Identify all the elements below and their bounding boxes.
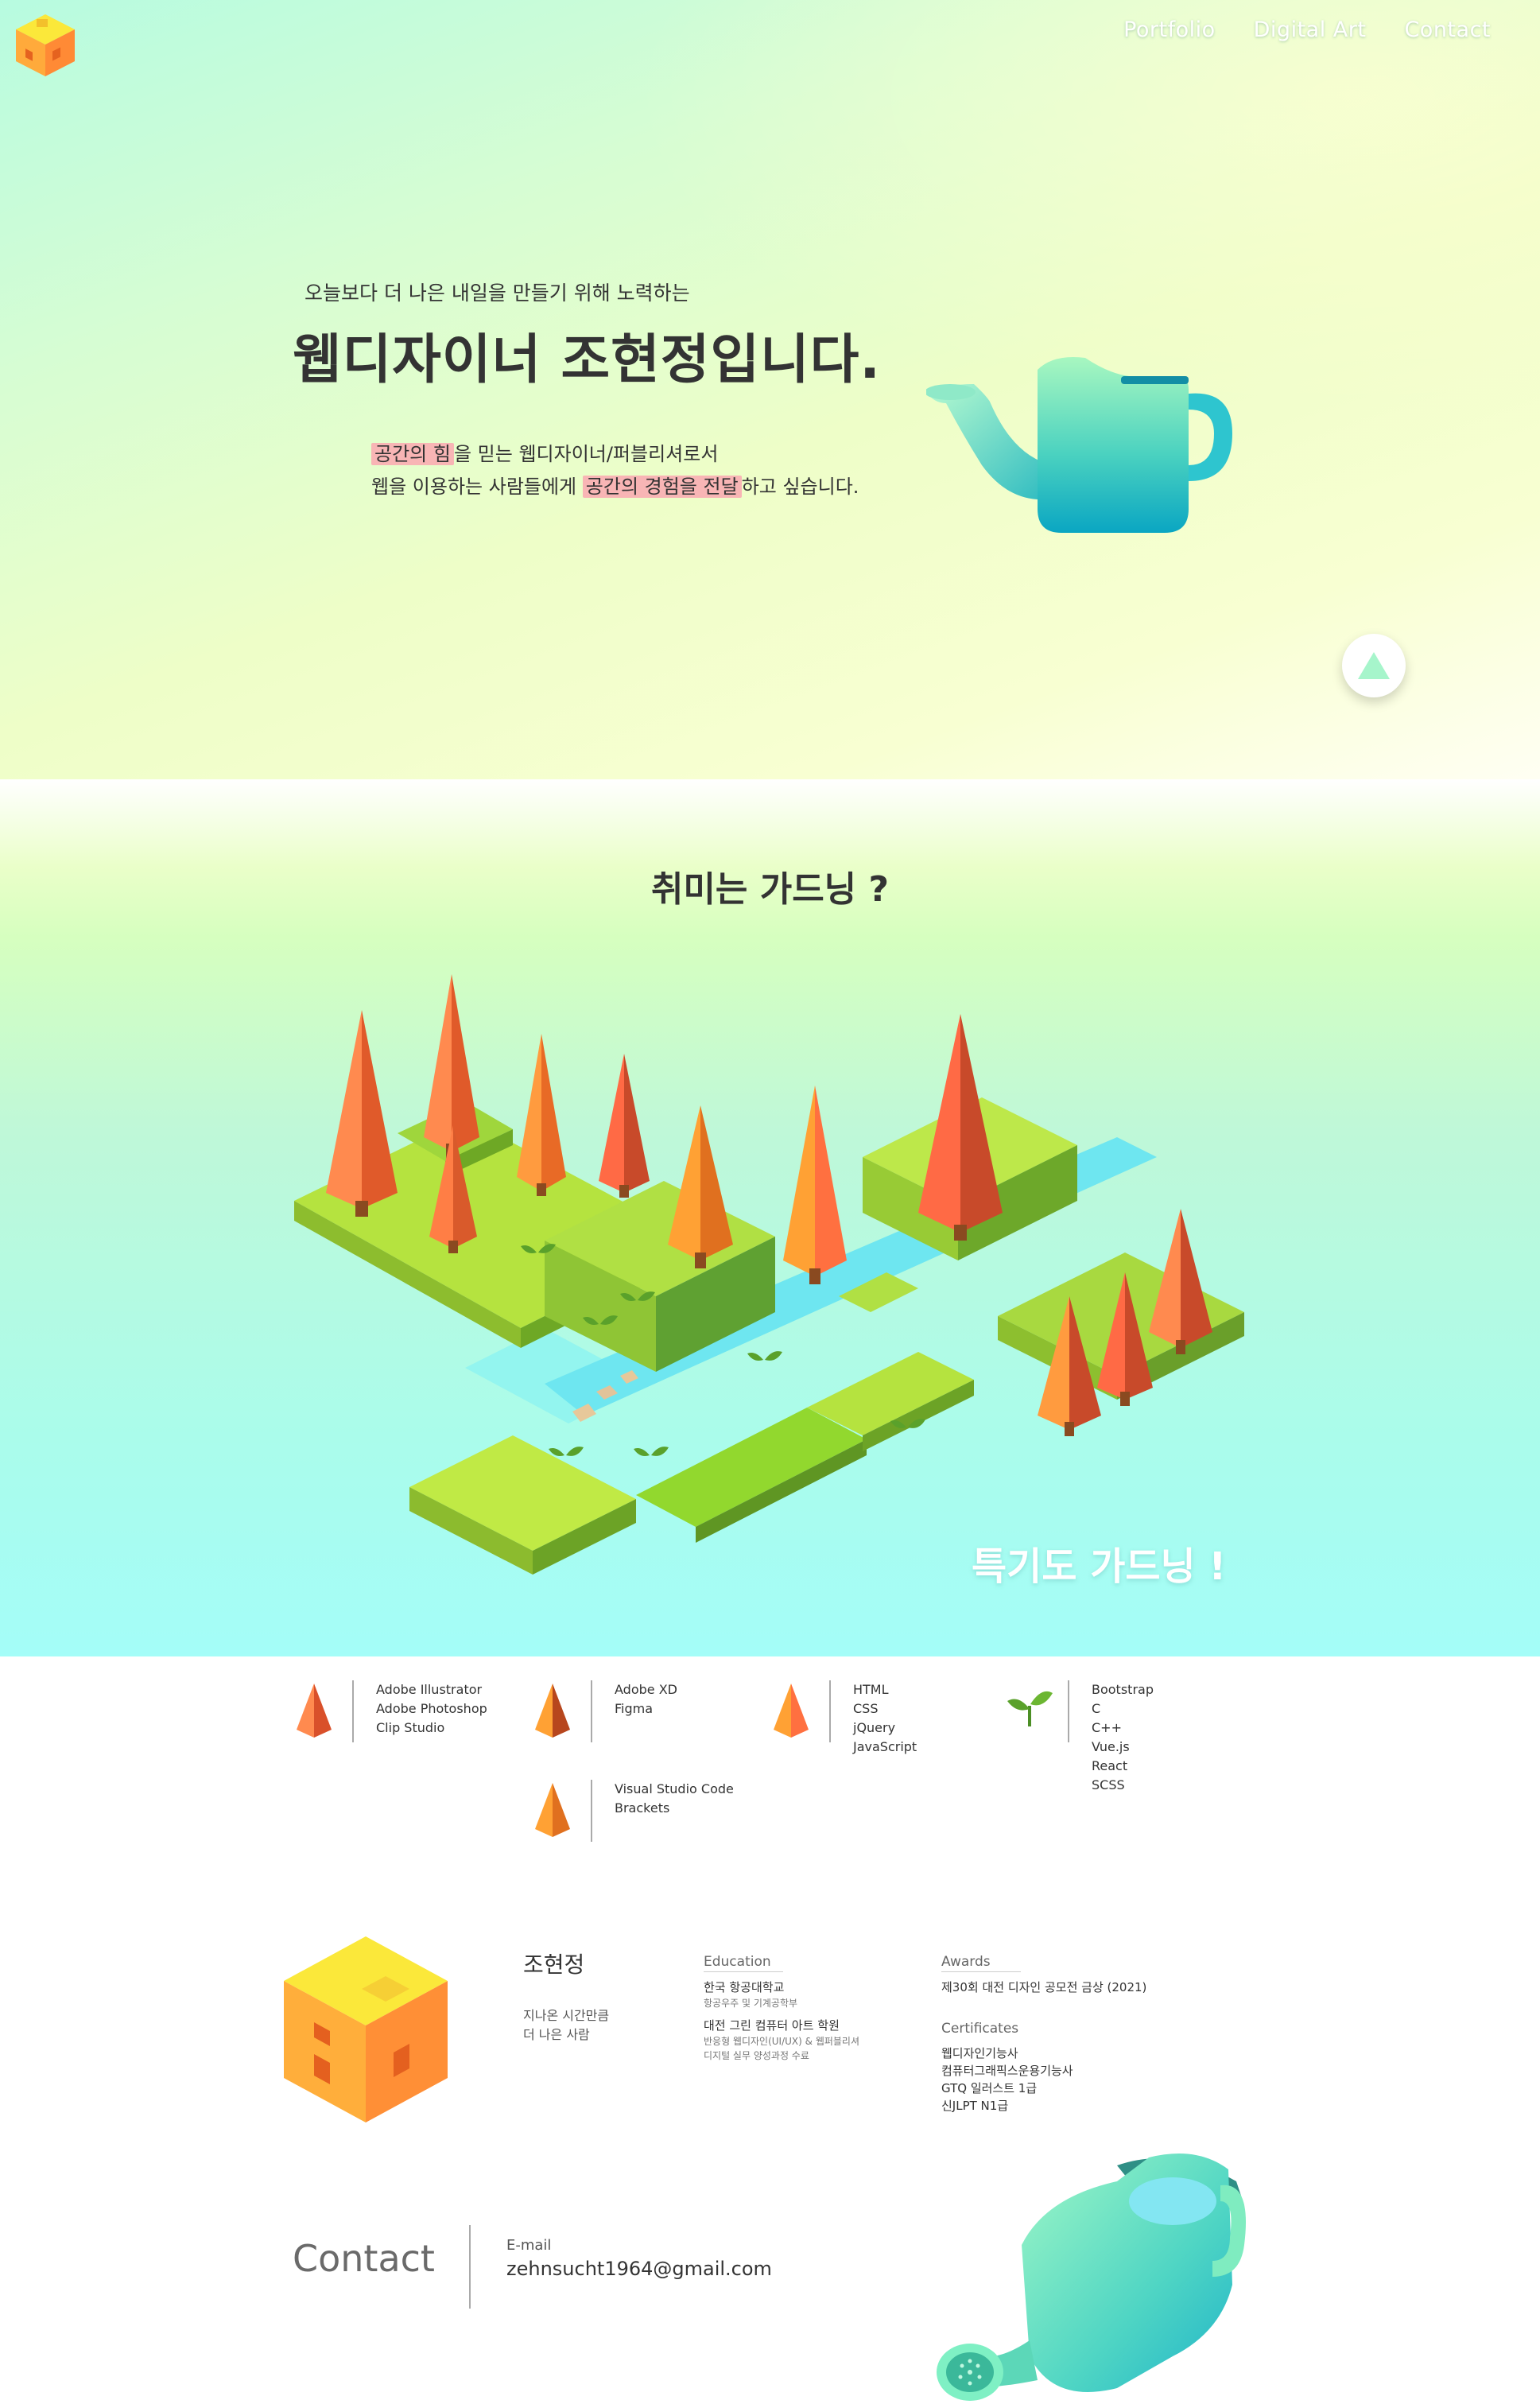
- skill-item: C: [1092, 1701, 1101, 1716]
- watering-can-icon: [937, 2154, 1246, 2401]
- skill-group-web: HTML CSS jQuery JavaScript: [767, 1680, 917, 1757]
- divider: [829, 1680, 831, 1742]
- email-label: E-mail: [506, 2237, 552, 2254]
- main-nav: Portfolio Digital Art Contact: [1123, 17, 1491, 42]
- profile-name: 조현정: [523, 1952, 585, 1978]
- divider: [352, 1680, 354, 1742]
- skill-item: Brackets: [615, 1800, 670, 1816]
- skill-item: Visual Studio Code: [615, 1781, 734, 1796]
- skill-item: JavaScript: [853, 1739, 917, 1754]
- skill-item: SCSS: [1092, 1777, 1125, 1792]
- highlight-text: 공간의 경험을 전달: [582, 476, 742, 498]
- email-link[interactable]: zehnsucht1964@gmail.com: [506, 2258, 772, 2280]
- isometric-garden-illustration: [294, 974, 1244, 1575]
- education-item: 대전 그린 컴퓨터 아트 학원: [704, 2018, 840, 2033]
- watering-can-icon: [926, 357, 1232, 533]
- desc-text: 을 믿는 웹디자이너/퍼블리셔로서: [453, 443, 719, 465]
- skill-list: Adobe XD Figma: [615, 1680, 677, 1719]
- hero-title: 웹디자이너 조현정입니다.: [293, 328, 881, 390]
- orange-tree-icon: [774, 1684, 809, 1738]
- profile-motto: 지나온 시간만큼 더 나은 사람: [523, 2006, 609, 2045]
- education-detail: 반응형 웹디자인(UI/UX) & 웹퍼블리셔: [704, 2036, 860, 2047]
- skill-group-editors: Visual Studio Code Brackets: [529, 1780, 734, 1842]
- orange-tree-icon: [297, 1684, 332, 1738]
- hobby-section: 취미는 가드닝 ? 특기도 가드닝 !: [0, 779, 1540, 1656]
- arrow-up-icon: [1358, 652, 1390, 679]
- skill-group-frameworks: Bootstrap C C++ Vue.js React SCSS: [1006, 1680, 1154, 1795]
- skill-list: Adobe Illustrator Adobe Photoshop Clip S…: [376, 1680, 487, 1738]
- education-heading: Education: [704, 1954, 783, 1972]
- certificate-item: 신JLPT N1급: [941, 2099, 1009, 2113]
- certificates-block: Certificates 웹디자인기능사 컴퓨터그래픽스운용기능사 GTQ 일러…: [941, 2021, 1073, 2115]
- sprout-icon: [1007, 1691, 1053, 1726]
- skill-item: Figma: [615, 1701, 654, 1716]
- divider: [591, 1680, 592, 1742]
- skill-list: Bootstrap C C++ Vue.js React SCSS: [1092, 1680, 1154, 1795]
- profile-section: 조현정 지나온 시간만큼 더 나은 사람 Education 한국 항공대학교 …: [0, 1887, 1540, 2404]
- awards-heading: Awards: [941, 1954, 1021, 1972]
- desc-text: 하고 싶습니다.: [741, 476, 859, 498]
- education-detail: 디지털 실무 양성과정 수료: [704, 2050, 809, 2061]
- skills-section: Adobe Illustrator Adobe Photoshop Clip S…: [0, 1656, 1540, 1887]
- divider: [591, 1780, 592, 1842]
- motto-line: 지나온 시간만큼: [523, 2008, 610, 2023]
- certificate-item: GTQ 일러스트 1급: [941, 2081, 1038, 2095]
- divider: [1068, 1680, 1069, 1742]
- orange-tree-icon: [535, 1783, 570, 1837]
- awards-block: Awards 제30회 대전 디자인 공모전 금상 (2021): [941, 1954, 1146, 1996]
- skill-item: CSS: [853, 1701, 879, 1716]
- nav-portfolio[interactable]: Portfolio: [1123, 17, 1216, 42]
- skill-item: jQuery: [853, 1720, 896, 1735]
- nav-contact[interactable]: Contact: [1404, 17, 1491, 42]
- skill-item: Bootstrap: [1092, 1682, 1154, 1697]
- contact-title: Contact: [293, 2237, 435, 2280]
- skill-group-uiux: Adobe XD Figma: [529, 1680, 677, 1742]
- skill-item: Clip Studio: [376, 1720, 445, 1735]
- logo-cube-large-icon: [284, 1936, 448, 2122]
- hero-section: Portfolio Digital Art Contact 오늘보다 더 나은 …: [0, 0, 1540, 779]
- skill-item: Vue.js: [1092, 1739, 1130, 1754]
- skill-item: Adobe XD: [615, 1682, 677, 1697]
- skill-item: C++: [1092, 1720, 1122, 1735]
- nav-digital-art[interactable]: Digital Art: [1254, 17, 1367, 42]
- skill-group-design: Adobe Illustrator Adobe Photoshop Clip S…: [290, 1680, 487, 1742]
- logo-cube-icon[interactable]: [14, 13, 76, 78]
- hero-subtitle: 오늘보다 더 나은 내일을 만들기 위해 노력하는: [305, 282, 690, 305]
- skill-item: HTML: [853, 1682, 889, 1697]
- education-item: 한국 항공대학교: [704, 1980, 785, 1994]
- skill-item: Adobe Photoshop: [376, 1701, 487, 1716]
- skill-item: Adobe Illustrator: [376, 1682, 483, 1697]
- award-item: 제30회 대전 디자인 공모전 금상 (2021): [941, 1980, 1147, 1994]
- divider: [469, 2225, 471, 2309]
- scroll-top-button[interactable]: [1342, 634, 1406, 697]
- hobby-title: 취미는 가드닝 ?: [650, 869, 890, 910]
- motto-line: 더 나은 사람: [523, 2027, 590, 2042]
- hobby-caption: 특기도 가드닝 !: [972, 1544, 1227, 1589]
- hero-description: 공간의 힘을 믿는 웹디자이너/퍼블리셔로서 웹을 이용하는 사람들에게 공간의…: [371, 438, 859, 503]
- orange-tree-icon: [535, 1684, 570, 1738]
- education-detail: 항공우주 및 기계공학부: [704, 1998, 798, 2009]
- skill-item: React: [1092, 1758, 1128, 1773]
- certificate-item: 컴퓨터그래픽스운용기능사: [941, 2064, 1073, 2078]
- education-block: Education 한국 항공대학교 항공우주 및 기계공학부 대전 그린 컴퓨…: [704, 1954, 859, 2063]
- skill-list: HTML CSS jQuery JavaScript: [853, 1680, 917, 1757]
- desc-text: 웹을 이용하는 사람들에게: [371, 476, 583, 498]
- certificate-item: 웹디자인기능사: [941, 2046, 1018, 2060]
- skill-list: Visual Studio Code Brackets: [615, 1780, 734, 1818]
- certificates-heading: Certificates: [941, 2021, 1019, 2037]
- highlight-text: 공간의 힘: [371, 443, 454, 465]
